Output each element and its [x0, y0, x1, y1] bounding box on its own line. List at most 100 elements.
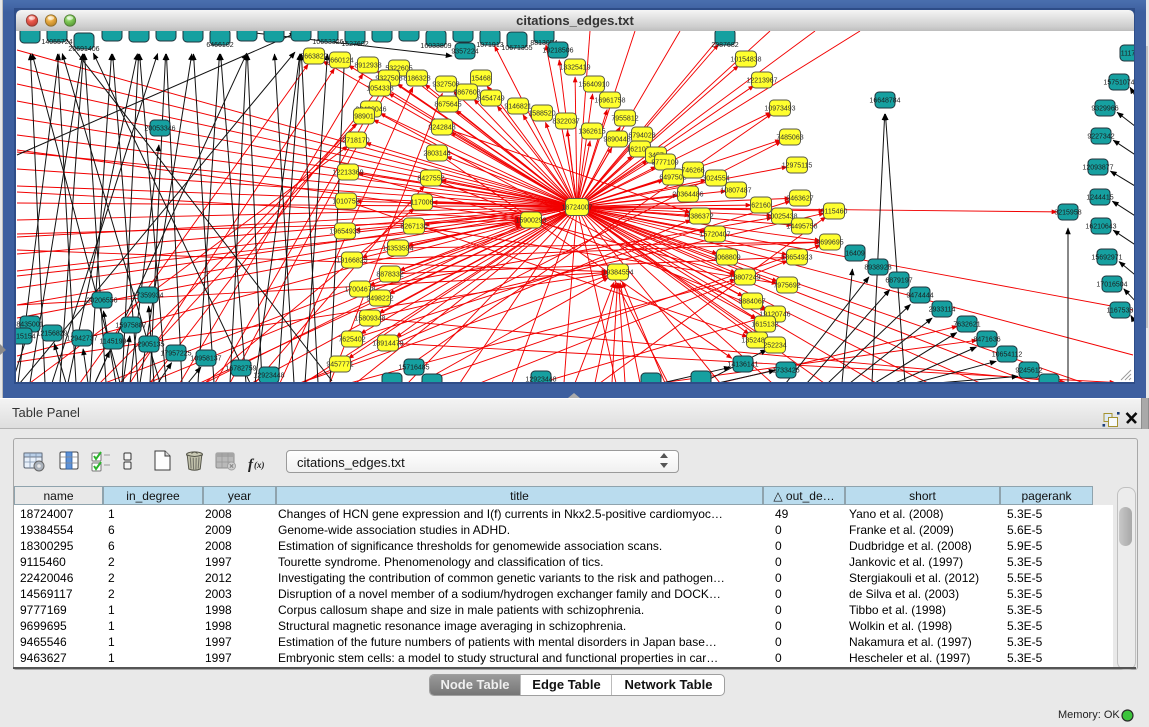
svg-text:8675645: 8675645 — [434, 102, 461, 109]
svg-text:746266: 746266 — [681, 168, 704, 175]
svg-text:6466102: 6466102 — [206, 42, 233, 49]
svg-text:16782759: 16782759 — [225, 366, 256, 373]
svg-text:7975692: 7975692 — [773, 283, 800, 290]
svg-text:9227342: 9227342 — [1087, 134, 1114, 141]
svg-text:6879197: 6879197 — [885, 278, 912, 285]
svg-text:14495758: 14495758 — [786, 224, 817, 231]
svg-text:8454749: 8454749 — [477, 96, 504, 103]
svg-text:9457771: 9457771 — [326, 362, 353, 369]
svg-text:8267130: 8267130 — [400, 224, 427, 231]
svg-text:9245612: 9245612 — [1015, 368, 1042, 375]
svg-text:1615132: 1615132 — [751, 322, 778, 329]
svg-text:9884067: 9884067 — [738, 299, 765, 306]
svg-text:7955812: 7955812 — [611, 116, 638, 123]
svg-text:1588520: 1588520 — [528, 111, 555, 118]
svg-text:15468: 15468 — [471, 76, 491, 83]
svg-text:10653326: 10653326 — [312, 39, 343, 46]
svg-text:15692971: 15692971 — [1091, 255, 1122, 262]
svg-text:252234: 252234 — [763, 343, 786, 350]
svg-text:3024554: 3024554 — [702, 176, 729, 183]
svg-text:9699695: 9699695 — [816, 240, 843, 247]
svg-text:8186328: 8186328 — [403, 76, 430, 83]
svg-text:2803144: 2803144 — [423, 151, 450, 158]
svg-text:2933114: 2933114 — [929, 307, 956, 314]
svg-text:8660124: 8660124 — [326, 58, 353, 65]
svg-text:12975115: 12975115 — [782, 163, 813, 170]
svg-text:9329966: 9329966 — [1091, 106, 1118, 113]
svg-text:18724007: 18724007 — [561, 205, 592, 212]
svg-text:15751074: 15751074 — [1103, 80, 1134, 87]
svg-text:1010752: 1010752 — [332, 199, 359, 206]
svg-text:19218506: 19218506 — [542, 48, 573, 55]
svg-text:19654933: 19654933 — [329, 229, 360, 236]
svg-text:10671355: 10671355 — [501, 45, 532, 52]
svg-text:8938928: 8938928 — [864, 265, 891, 272]
svg-text:16409: 16409 — [845, 251, 865, 258]
svg-text:12156829: 12156829 — [36, 331, 67, 338]
svg-text:9890448: 9890448 — [603, 137, 630, 144]
svg-text:11172: 11172 — [1121, 51, 1134, 58]
svg-text:3215958: 3215958 — [1054, 210, 1081, 217]
svg-text:16033809: 16033809 — [420, 43, 451, 50]
svg-text:10154838: 10154838 — [730, 57, 761, 64]
svg-text:117006: 117006 — [411, 200, 434, 207]
svg-text:17016504: 17016504 — [1096, 282, 1127, 289]
svg-text:9474444: 9474444 — [906, 293, 933, 300]
svg-text:1167533: 1167533 — [1107, 308, 1134, 315]
svg-text:1145199: 1145199 — [100, 339, 127, 346]
svg-text:15720407: 15720407 — [699, 232, 730, 239]
svg-text:14353594: 14353594 — [382, 246, 413, 253]
svg-text:20206556: 20206556 — [86, 298, 117, 305]
svg-text:8322037: 8322037 — [552, 119, 579, 126]
svg-text:13325419: 13325419 — [559, 65, 590, 72]
svg-text:9357224: 9357224 — [451, 49, 478, 56]
svg-text:10958137: 10958137 — [190, 356, 221, 363]
svg-text:9115460: 9115460 — [821, 209, 848, 216]
svg-text:20364486: 20364486 — [672, 192, 703, 199]
svg-text:9498222: 9498222 — [366, 296, 393, 303]
svg-text:20691406: 20691406 — [68, 46, 99, 53]
svg-text:7485063: 7485063 — [776, 135, 803, 142]
svg-text:98901: 98901 — [354, 114, 374, 121]
svg-text:16648784: 16648784 — [869, 98, 900, 105]
svg-text:7386372: 7386372 — [686, 214, 713, 221]
svg-text:14055724: 14055724 — [41, 39, 72, 46]
svg-text:9146821: 9146821 — [504, 104, 531, 111]
svg-text:19166825: 19166825 — [336, 258, 367, 265]
svg-text:1244415: 1244415 — [1086, 195, 1113, 202]
svg-text:9463627: 9463627 — [786, 196, 813, 203]
svg-text:2718170: 2718170 — [342, 138, 369, 145]
svg-text:12923448: 12923448 — [253, 373, 284, 380]
svg-text:8878332: 8878332 — [376, 272, 403, 279]
svg-text:7663822: 7663822 — [300, 54, 327, 61]
svg-text:18914479: 18914479 — [372, 341, 403, 348]
svg-text:20053346: 20053346 — [144, 126, 175, 133]
svg-text:9777109: 9777109 — [651, 160, 678, 167]
svg-text:12905135: 12905135 — [133, 342, 164, 349]
svg-text:1733426: 1733426 — [772, 368, 799, 375]
svg-text:12093877: 12093877 — [1082, 165, 1113, 172]
svg-text:8912938: 8912938 — [354, 63, 381, 70]
svg-text:1068809: 1068809 — [713, 255, 740, 262]
svg-text:16210643: 16210643 — [1085, 224, 1116, 231]
svg-text:8471636: 8471636 — [973, 337, 1000, 344]
svg-text:15975887: 15975887 — [115, 323, 146, 330]
svg-text:18807249: 18807249 — [729, 275, 760, 282]
svg-text:12213967: 12213967 — [746, 78, 777, 85]
svg-text:1362615: 1362615 — [578, 129, 605, 136]
svg-text:1527602: 1527602 — [341, 41, 368, 48]
svg-text:15640910: 15640910 — [578, 82, 609, 89]
svg-text:62160: 62160 — [751, 203, 771, 210]
svg-text:15809348: 15809348 — [354, 316, 385, 323]
svg-text:1071913: 1071913 — [476, 42, 503, 49]
svg-text:(x): (x) — [254, 460, 265, 470]
svg-text:8427552: 8427552 — [417, 176, 444, 183]
svg-text:7625402: 7625402 — [338, 337, 365, 344]
svg-text:10973493: 10973493 — [764, 106, 795, 113]
svg-text:10654112: 10654112 — [992, 352, 1023, 359]
svg-text:7632621: 7632621 — [953, 322, 980, 329]
svg-text:14136141: 14136141 — [727, 362, 758, 369]
svg-text:1054338: 1054338 — [366, 86, 393, 93]
svg-text:17957225: 17957225 — [160, 351, 191, 358]
svg-text:9327508: 9327508 — [432, 82, 459, 89]
